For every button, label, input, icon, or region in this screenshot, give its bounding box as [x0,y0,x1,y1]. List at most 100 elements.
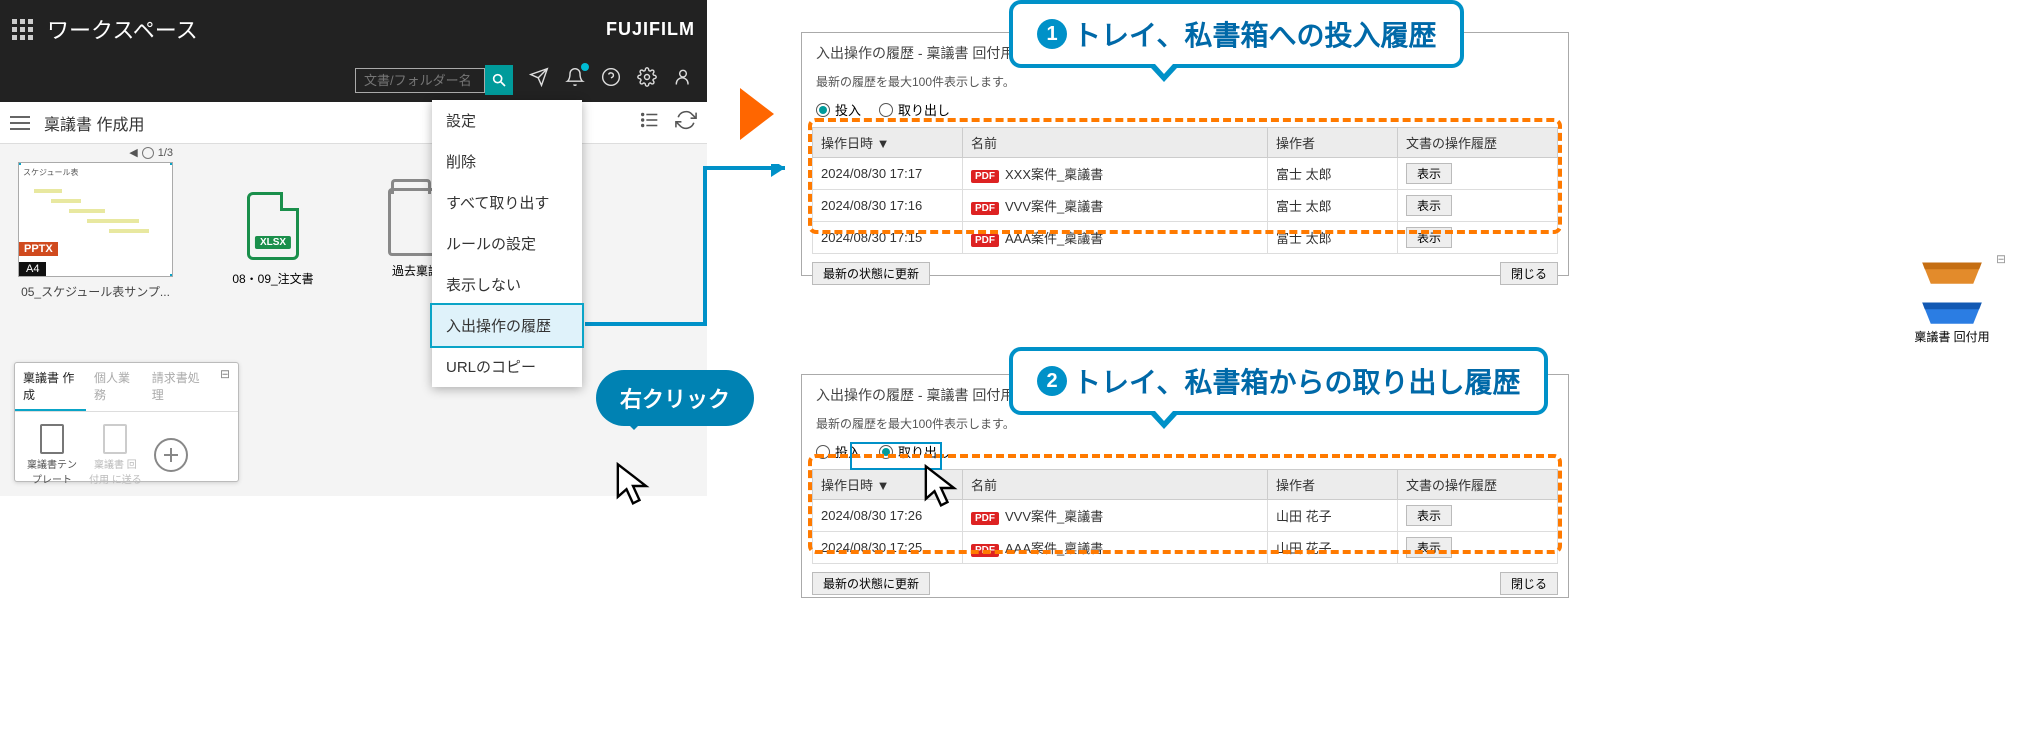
col-history[interactable]: 文書の操作履歴 [1398,470,1558,500]
callout-number: 2 [1037,366,1067,396]
ctx-hide[interactable]: 表示しない [432,264,582,305]
shortcuts-panel: 稟議書 作成 個人業務 請求書処理 ⊟ 稟議書テンプレート 稟議書 回付用 に送… [14,362,239,482]
close-icon[interactable]: ⊟ [212,363,238,411]
cell-date: 2024/08/30 17:25 [813,532,963,564]
breadcrumb-title: 稟議書 作成用 [44,111,144,135]
tray-out[interactable] [1892,254,2012,288]
pptx-thumbnail: スケジュール表 PPTX A4 [18,162,173,277]
col-name[interactable]: 名前 [963,470,1268,500]
a4-badge: A4 [19,262,46,276]
radio-extract[interactable]: 取り出し [879,100,950,119]
shortcut-template[interactable]: 稟議書テンプレート [27,424,77,486]
col-name[interactable]: 名前 [963,128,1268,158]
cell-user: 富士 太郎 [1268,158,1398,190]
pdf-icon: PDF [971,544,999,557]
col-date[interactable]: 操作日時 ▼ [813,128,963,158]
table-row[interactable]: 2024/08/30 17:17PDFXXX案件_稟議書富士 太郎表示 [813,158,1558,190]
pptx-badge: PPTX [19,242,58,256]
file-label: 08・09_注文書 [232,270,313,287]
pdf-icon: PDF [971,170,999,183]
workspace-body: ◀ 1/3 スケジュール表 PPTX A4 [0,144,707,496]
search-input[interactable] [355,68,485,93]
col-history[interactable]: 文書の操作履歴 [1398,128,1558,158]
history-table: 操作日時 ▼ 名前 操作者 文書の操作履歴 2024/08/30 17:17PD… [812,127,1558,254]
ctx-settings[interactable]: 設定 [432,100,582,141]
radio-insert[interactable]: 投入 [816,442,861,461]
cell-name: PDFVVV案件_稟議書 [963,190,1268,222]
cell-user: 富士 太郎 [1268,190,1398,222]
workspace-title: ワークスペース [47,13,198,45]
eye-icon[interactable] [142,147,154,159]
show-button[interactable]: 表示 [1406,195,1452,216]
thumbnail-pager: ◀ 1/3 [129,146,173,159]
shortcut-add[interactable] [154,438,188,472]
cell-user: 山田 花子 [1268,500,1398,532]
prev-icon[interactable]: ◀ [129,146,137,159]
radio-extract[interactable]: 取り出し [879,442,950,461]
close-button[interactable]: 閉じる [1500,572,1558,595]
tray-in[interactable]: 稟議書 回付用 [1892,294,2012,345]
table-row[interactable]: 2024/08/30 17:25PDFAAA案件_稟議書山田 花子表示 [813,532,1558,564]
refresh-button[interactable]: 最新の状態に更新 [812,262,930,285]
apps-grid-icon[interactable] [12,19,33,40]
tab-personal[interactable]: 個人業務 [86,363,144,411]
show-button[interactable]: 表示 [1406,163,1452,184]
pdf-icon: PDF [971,202,999,215]
search-button[interactable] [485,65,513,95]
cell-date: 2024/08/30 17:16 [813,190,963,222]
gear-icon[interactable] [637,67,657,93]
show-button[interactable]: 表示 [1406,505,1452,526]
send-icon[interactable] [529,67,549,93]
cell-date: 2024/08/30 17:17 [813,158,963,190]
brand-logo: FUJIFILM [606,19,695,40]
list-view-icon[interactable] [639,109,661,136]
col-user[interactable]: 操作者 [1268,470,1398,500]
cell-user: 富士 太郎 [1268,222,1398,254]
notification-dot [581,63,589,71]
menu-icon[interactable] [10,116,30,130]
cell-name: PDFXXX案件_稟議書 [963,158,1268,190]
file-item-xlsx[interactable]: XLSX 08・09_注文書 [213,162,333,300]
cell-name: PDFAAA案件_稟議書 [963,222,1268,254]
ctx-rule-settings[interactable]: ルールの設定 [432,223,582,264]
shortcut-send-circulate: 稟議書 回付用 に送る [89,424,142,486]
callout-2: 2 トレイ、私書箱からの取り出し履歴 [1009,347,1548,415]
workspace-window: ワークスペース FUJIFILM 稟議書 作成用 [0,0,707,496]
refresh-icon[interactable] [675,109,697,136]
ctx-io-history[interactable]: 入出操作の履歴 [432,305,582,346]
xlsx-icon: XLSX [247,192,299,260]
tray-label: 稟議書 回付用 [1892,328,2012,345]
close-icon[interactable]: ⊟ [1996,252,2006,266]
cell-user: 山田 花子 [1268,532,1398,564]
workspace-topbar: ワークスペース FUJIFILM [0,0,707,58]
cursor-icon [918,462,964,514]
tab-invoice[interactable]: 請求書処理 [144,363,212,411]
file-label: 05_スケジュール表サンプ... [18,283,173,300]
ctx-copy-url[interactable]: URLのコピー [432,346,582,387]
cursor-icon [610,460,656,512]
bell-icon[interactable] [565,67,585,93]
radio-insert[interactable]: 投入 [816,100,861,119]
ctx-extract-all[interactable]: すべて取り出す [432,182,582,223]
cell-name: PDFVVV案件_稟議書 [963,500,1268,532]
col-user[interactable]: 操作者 [1268,128,1398,158]
show-button[interactable]: 表示 [1406,227,1452,248]
tray-panel: ⊟ 稟議書 回付用 [1892,248,2012,351]
workspace-toolbar [0,58,707,102]
ctx-delete[interactable]: 削除 [432,141,582,182]
close-button[interactable]: 閉じる [1500,262,1558,285]
search-box [355,65,513,95]
table-row[interactable]: 2024/08/30 17:16PDFVVV案件_稟議書富士 太郎表示 [813,190,1558,222]
annotation-bubble: 右クリック [596,370,754,426]
file-item-pptx[interactable]: ◀ 1/3 スケジュール表 PPTX A4 [18,162,173,300]
help-icon[interactable] [601,67,621,93]
tab-ringisho[interactable]: 稟議書 作成 [15,363,86,411]
callout-number: 1 [1037,19,1067,49]
table-row[interactable]: 2024/08/30 17:15PDFAAA案件_稟議書富士 太郎表示 [813,222,1558,254]
refresh-button[interactable]: 最新の状態に更新 [812,572,930,595]
breadcrumb-bar: 稟議書 作成用 [0,102,707,144]
show-button[interactable]: 表示 [1406,537,1452,558]
callout-1: 1 トレイ、私書箱への投入履歴 [1009,0,1464,68]
user-icon[interactable] [673,67,693,93]
pdf-icon: PDF [971,512,999,525]
